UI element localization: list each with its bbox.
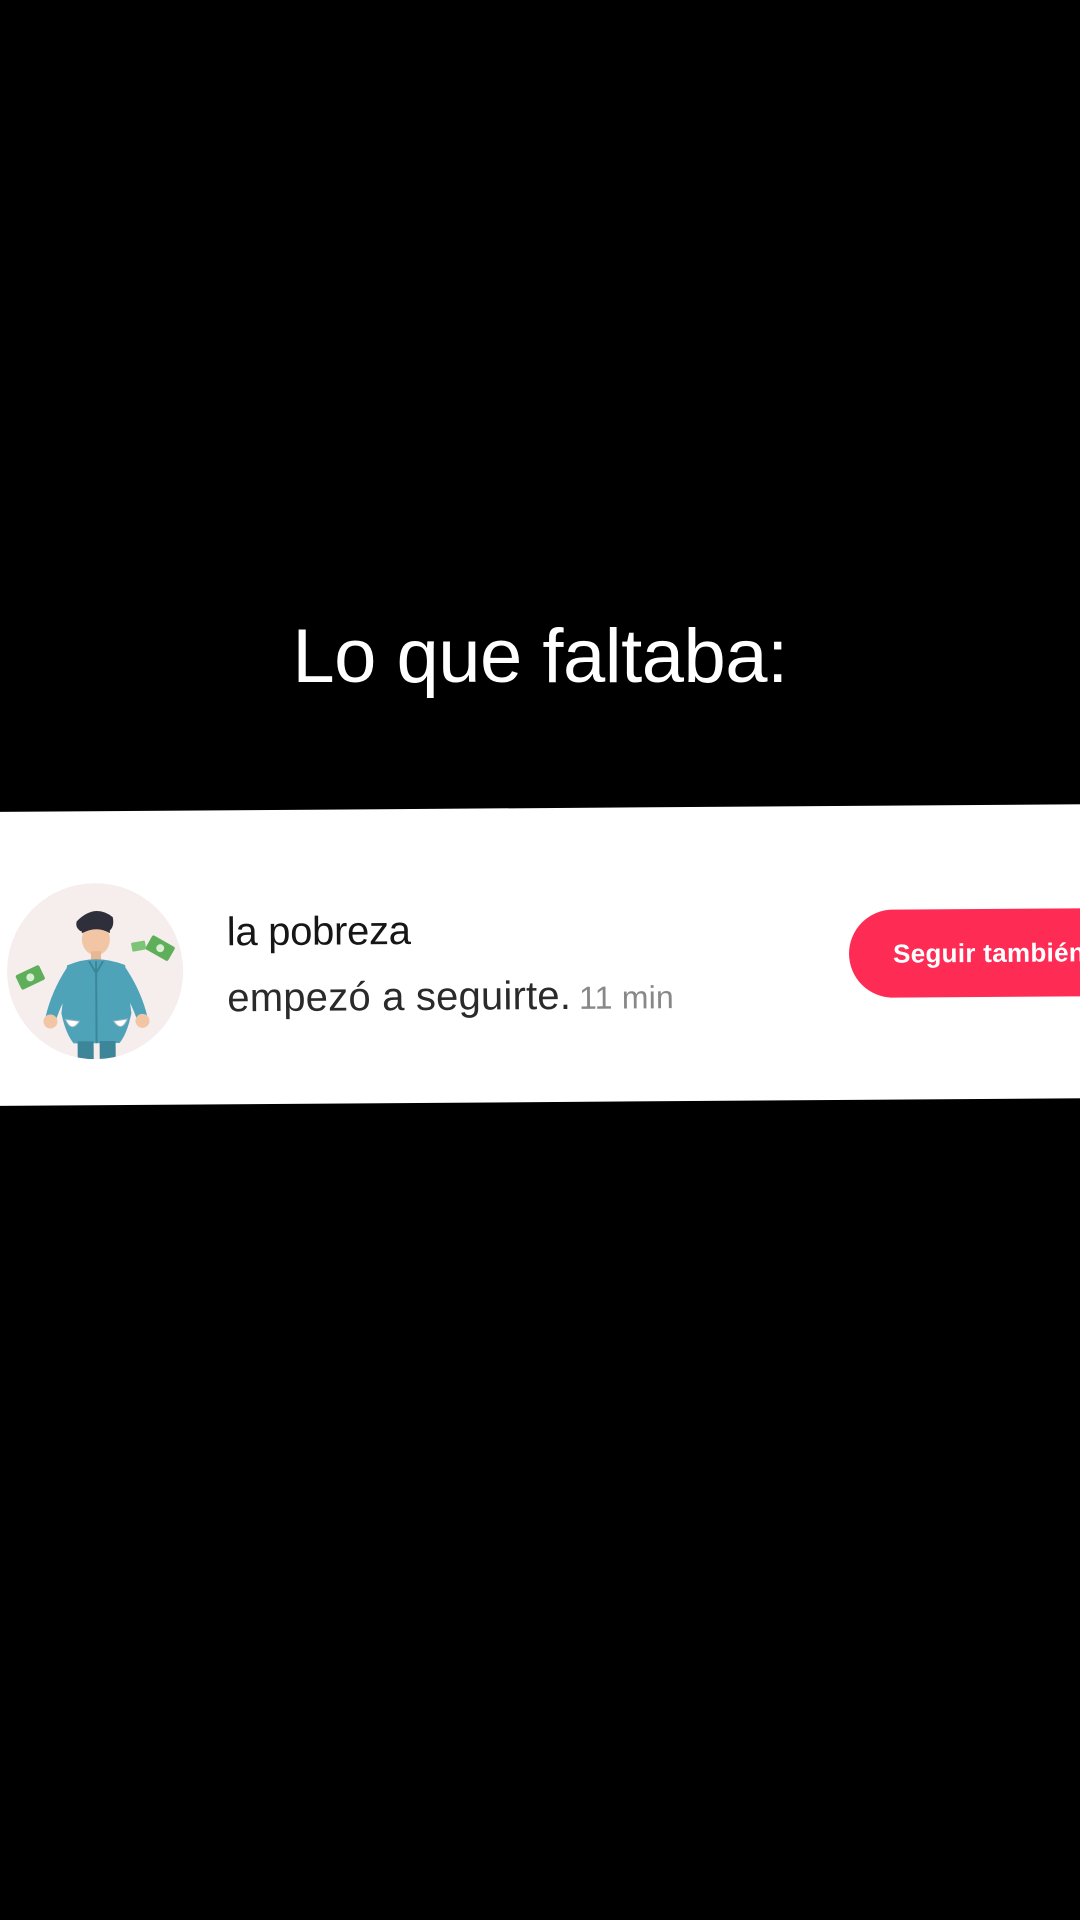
- notification-activity: empezó a seguirte. 11 min: [227, 973, 674, 1021]
- avatar[interactable]: [6, 882, 184, 1060]
- poor-man-empty-pockets-icon: [7, 883, 184, 1060]
- notification-username[interactable]: la pobreza: [227, 909, 411, 955]
- video-caption: Lo que faltaba:: [292, 614, 788, 699]
- notification-timestamp: 11 min: [578, 979, 675, 1016]
- activity-text: empezó a seguirte.: [227, 973, 572, 1021]
- follow-back-button[interactable]: Seguir también: [848, 907, 1080, 998]
- follow-notification-card[interactable]: la pobreza empezó a seguirte. 11 min Segu…: [0, 804, 1080, 1106]
